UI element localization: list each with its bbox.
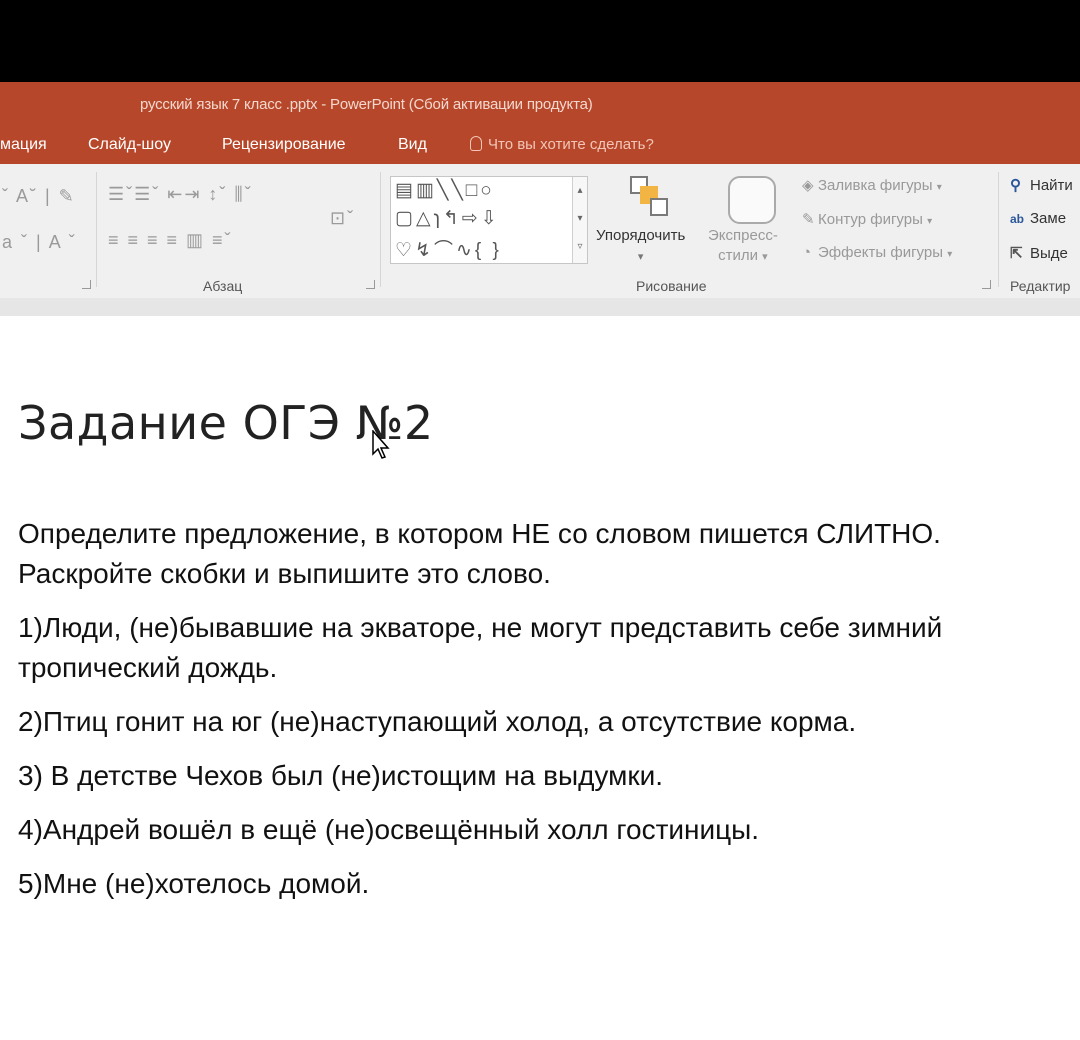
separator — [998, 172, 999, 287]
select-label: Выде — [1030, 245, 1068, 262]
cursor-icon: ⇱ — [1010, 245, 1023, 262]
align-buttons[interactable]: ≡ ≡ ≡ ≡ ▥ ≡ˇ — [108, 230, 233, 251]
shapes-row-2: ▢△ɿ↰⇨⇩ — [395, 208, 500, 229]
replace-icon: ab — [1010, 212, 1025, 226]
quick-styles-label-1: Экспресс- — [708, 227, 778, 244]
shape-outline-label: Контур фигуры — [818, 211, 923, 228]
effects-icon: ◔ — [802, 244, 812, 261]
quick-styles-button[interactable]: Экспресс-стили ▾ — [708, 226, 778, 267]
list-item: 2)Птиц гонит на юг (не)наступающий холод… — [18, 706, 857, 737]
slide-canvas[interactable]: Задание ОГЭ №2 Определите предложение, в… — [0, 316, 1080, 1040]
paragraph-launcher-icon[interactable] — [366, 280, 375, 289]
select-button[interactable]: ⇱ Выде — [1010, 244, 1068, 262]
drawing-group-label: Рисование — [636, 278, 707, 294]
instruction-text: Определите предложение, в котором НЕ со … — [18, 518, 941, 589]
paint-bucket-icon: ◈ — [802, 177, 814, 194]
tab-animations[interactable]: мация — [0, 136, 47, 154]
editing-group-label: Редактир — [1010, 278, 1071, 294]
workspace-gap — [0, 298, 1080, 316]
font-color-button[interactable]: a ˇ | A ˇ — [2, 232, 77, 253]
shapes-row-1: ▤▥╲╲□○ — [395, 180, 495, 201]
search-icon: ⚲ — [1010, 177, 1021, 194]
find-label: Найти — [1030, 177, 1073, 194]
tab-review[interactable]: Рецензирование — [222, 136, 346, 154]
shapes-scroll[interactable]: ▴ ▾ ▿ — [572, 177, 587, 263]
shape-effects-button[interactable]: ◔ Эффекты фигуры ▾ — [802, 244, 952, 261]
shape-fill-label: Заливка фигуры — [818, 177, 933, 194]
tell-me-placeholder: Что вы хотите сделать? — [488, 136, 654, 153]
slide-body[interactable]: Определите предложение, в котором НЕ со … — [18, 514, 1058, 918]
text-direction-button[interactable]: ⊡ˇ — [330, 208, 355, 229]
find-button[interactable]: ⚲ Найти — [1010, 176, 1073, 194]
ribbon: ˇ A˘ | ✎ a ˇ | A ˇ ☰ˇ☰ˇ ⇤⇥ ↕ˇ ⫼ˇ ≡ ≡ ≡ ≡… — [0, 164, 1080, 299]
tab-slideshow[interactable]: Слайд-шоу — [88, 136, 171, 154]
list-buttons[interactable]: ☰ˇ☰ˇ ⇤⇥ ↕ˇ ⫼ˇ — [108, 184, 253, 205]
separator — [96, 172, 97, 287]
list-item: 5)Мне (не)хотелось домой. — [18, 868, 370, 899]
arrange-button[interactable]: Упорядочить ▾ — [596, 226, 685, 267]
shapes-gallery[interactable]: ▤▥╲╲□○ ▢△ɿ↰⇨⇩ ♡↯⌒∿{ } ▴ ▾ ▿ — [390, 176, 588, 264]
font-launcher-icon[interactable] — [82, 280, 91, 289]
tell-me-box[interactable]: Что вы хотите сделать? — [470, 136, 654, 153]
replace-button[interactable]: ab Заме — [1010, 210, 1066, 227]
shapes-row-3: ♡↯⌒∿{ } — [395, 240, 502, 261]
quick-styles-label-2: стили — [718, 247, 758, 264]
replace-label: Заме — [1030, 210, 1067, 227]
letterbox-top — [0, 0, 1080, 82]
list-item: 3) В детстве Чехов был (не)истощим на вы… — [18, 760, 664, 791]
separator — [380, 172, 381, 287]
shape-outline-button[interactable]: ✎ Контур фигуры ▾ — [802, 210, 932, 228]
mouse-pointer-icon — [372, 430, 390, 459]
shape-effects-label: Эффекты фигуры — [818, 244, 944, 261]
list-item: 1)Люди, (не)бывавшие на экваторе, не мог… — [18, 612, 943, 683]
tab-view[interactable]: Вид — [398, 136, 427, 154]
ribbon-tabs: мация Слайд-шоу Рецензирование Вид Что в… — [0, 126, 1080, 164]
lightbulb-icon — [470, 136, 482, 151]
arrange-icon — [630, 176, 668, 216]
shape-fill-button[interactable]: ◈ Заливка фигуры ▾ — [802, 176, 942, 194]
title-bar: русский язык 7 класс .pptx - PowerPoint … — [0, 82, 1080, 126]
list-item: 4)Андрей вошёл в ещё (не)освещённый холл… — [18, 814, 760, 845]
drawing-launcher-icon[interactable] — [982, 280, 991, 289]
font-size-buttons[interactable]: ˇ A˘ | ✎ — [2, 186, 76, 207]
arrange-label: Упорядочить — [596, 227, 686, 244]
quick-styles-icon — [728, 176, 776, 224]
pencil-icon: ✎ — [802, 211, 815, 228]
window-title: русский язык 7 класс .pptx - PowerPoint … — [140, 96, 593, 113]
paragraph-group-label: Абзац — [203, 278, 243, 294]
